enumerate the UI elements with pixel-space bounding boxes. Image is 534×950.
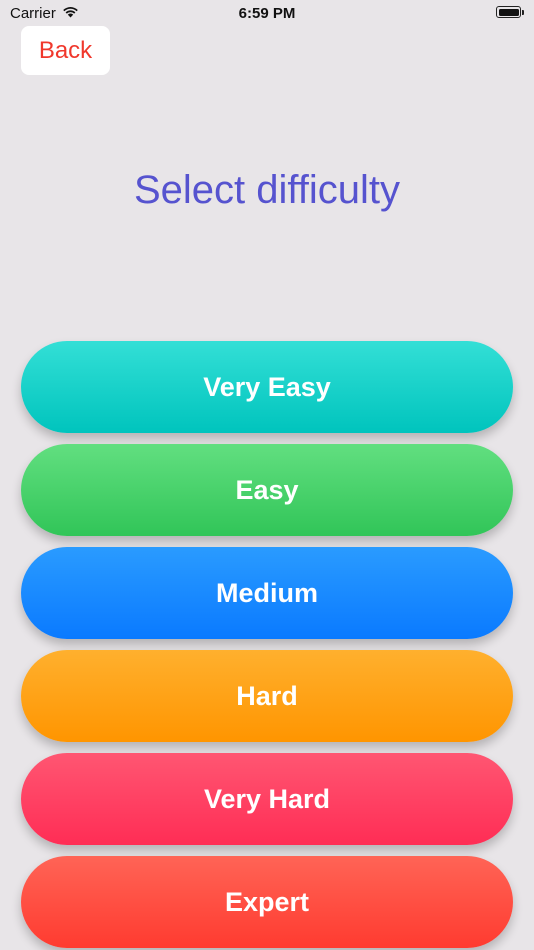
page-title: Select difficulty: [133, 168, 401, 212]
status-time: 6:59 PM: [238, 5, 296, 22]
difficulty-button-medium[interactable]: Medium: [21, 547, 513, 639]
battery-icon: [496, 6, 524, 18]
difficulty-button-very-easy[interactable]: Very Easy: [21, 341, 513, 433]
difficulty-button-hard[interactable]: Hard: [21, 650, 513, 742]
difficulty-button-very-hard[interactable]: Very Hard: [21, 753, 513, 845]
difficulty-button-easy[interactable]: Easy: [21, 444, 513, 536]
status-bar: Carrier 6:59 PM: [0, 0, 534, 28]
back-button[interactable]: Back: [21, 26, 110, 75]
difficulty-button-expert[interactable]: Expert: [21, 856, 513, 948]
difficulty-option-list: Very Easy Easy Medium Hard Very Hard Exp…: [21, 341, 513, 948]
